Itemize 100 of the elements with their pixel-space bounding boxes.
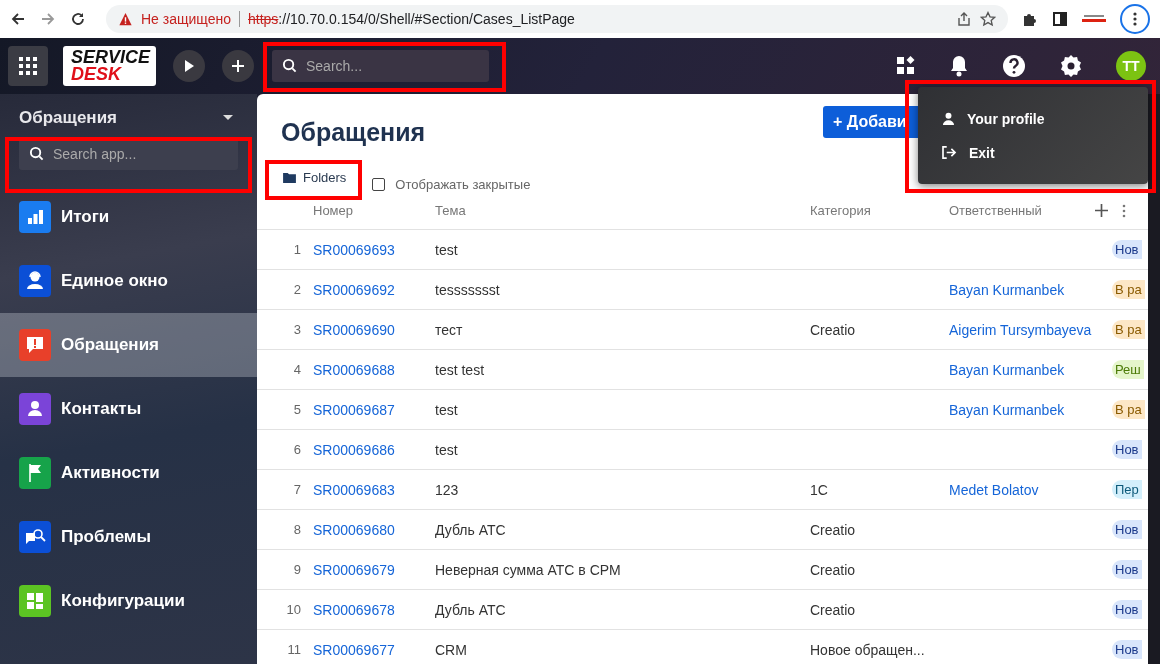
page-title: Обращения xyxy=(281,118,426,147)
case-number-link[interactable]: SR00069690 xyxy=(313,321,395,338)
column-header[interactable]: Тема xyxy=(429,203,804,218)
global-search-field[interactable]: Search... xyxy=(272,50,489,82)
flag-icon xyxy=(19,457,51,489)
case-number-link[interactable]: SR00069680 xyxy=(313,521,395,538)
browser-menu-button[interactable] xyxy=(1120,4,1150,34)
status-tag: Нов xyxy=(1112,600,1142,619)
category-cell: Creatio xyxy=(810,321,856,338)
agent-icon xyxy=(19,265,51,297)
app-launcher-button[interactable] xyxy=(8,46,48,86)
forward-icon[interactable] xyxy=(40,11,56,27)
responsible-link[interactable]: Bayan Kurmanbek xyxy=(949,401,1065,418)
responsible-link[interactable]: Medet Bolatov xyxy=(949,481,1039,498)
row-number: 8 xyxy=(293,522,302,537)
sidebar-item[interactable]: Итоги xyxy=(0,185,257,249)
add-record-button[interactable]: + Добави xyxy=(823,105,919,138)
subject-cell-text: CRM xyxy=(434,641,468,658)
puzzle-icon[interactable] xyxy=(1022,11,1038,27)
back-icon[interactable] xyxy=(10,11,26,27)
status-tag: В ра xyxy=(1112,320,1145,339)
row-number: 6 xyxy=(293,442,302,457)
responsible-link[interactable]: Bayan Kurmanbek xyxy=(949,361,1065,378)
subject-cell-text: test xyxy=(434,441,459,458)
menu-item[interactable]: Exit xyxy=(942,144,1148,161)
status-tag: Нов xyxy=(1112,520,1142,539)
sidebar-item[interactable]: Единое окно xyxy=(0,249,257,313)
subject-cell-text: Дубль АТС xyxy=(434,521,507,538)
play-icon xyxy=(184,60,194,72)
category-cell: 1С xyxy=(810,481,828,498)
run-process-button[interactable] xyxy=(173,50,205,82)
brand-logo-icon[interactable] xyxy=(1082,13,1106,25)
row-number: 9 xyxy=(293,562,302,577)
caret-icon[interactable] xyxy=(223,115,233,121)
status-tag: Нов xyxy=(1112,240,1142,259)
menu-item[interactable]: Your profile xyxy=(942,110,1148,127)
settings-icon[interactable] xyxy=(1059,54,1083,78)
status-tag: Пер xyxy=(1112,480,1142,499)
search-icon xyxy=(282,58,297,73)
row-number: 1 xyxy=(293,242,302,257)
column-header[interactable]: Номер xyxy=(307,203,429,218)
service-desk-logo[interactable]: SERVICE DESK xyxy=(63,46,156,86)
url-text: https://10.70.0.154/0/Shell/#Section/Cases_ListPage xyxy=(248,11,575,27)
status-tag: Нов xyxy=(1112,640,1142,659)
help-icon[interactable] xyxy=(1002,54,1026,78)
status-tag: Реш xyxy=(1112,360,1144,379)
row-number: 5 xyxy=(293,402,302,417)
search-icon xyxy=(19,521,51,553)
bell-icon[interactable] xyxy=(949,55,969,77)
case-number-link[interactable]: SR00069687 xyxy=(313,401,395,418)
status-tag: Нов xyxy=(1112,560,1142,579)
subject-cell-text: тест xyxy=(434,321,464,338)
case-number-link[interactable]: SR00069686 xyxy=(313,441,395,458)
search-icon xyxy=(29,146,44,161)
widgets-icon[interactable] xyxy=(896,56,916,76)
row-number: 3 xyxy=(293,322,302,337)
subject-cell-text: tessssssst xyxy=(434,281,501,298)
category-cell: Creatio xyxy=(810,601,856,618)
reload-icon[interactable] xyxy=(70,11,86,27)
more-icon[interactable] xyxy=(1122,203,1126,218)
sidebar-item[interactable]: Обращения xyxy=(0,313,257,377)
plus-icon xyxy=(231,59,245,73)
case-number-link[interactable]: SR00069683 xyxy=(313,481,395,498)
category-cell: Creatio xyxy=(810,521,856,538)
category-cell: Creatio xyxy=(810,561,856,578)
case-number-link[interactable]: SR00069693 xyxy=(313,241,395,258)
column-header[interactable]: Категория xyxy=(804,203,943,218)
responsible-link[interactable]: Aigerim Tursymbayeva xyxy=(949,321,1092,338)
share-icon[interactable] xyxy=(956,11,972,27)
star-icon[interactable] xyxy=(980,11,996,27)
exit-icon xyxy=(942,146,957,159)
case-number-link[interactable]: SR00069677 xyxy=(313,641,395,658)
add-column-icon[interactable] xyxy=(1095,204,1108,217)
more-icon xyxy=(1133,11,1137,27)
subject-cell-text: Неверная сумма АТС в СРМ xyxy=(434,561,622,578)
alert-icon xyxy=(19,329,51,361)
sidebar-item[interactable]: Конфигурации xyxy=(0,569,257,633)
chart-icon xyxy=(19,201,51,233)
address-bar[interactable]: Не защищено https://10.70.0.154/0/Shell/#Section/Cases_ListPage xyxy=(106,5,1008,33)
side-panel-icon[interactable] xyxy=(1052,11,1068,27)
subject-cell-text: 123 xyxy=(434,481,460,498)
add-button[interactable] xyxy=(222,50,254,82)
sidebar-item[interactable]: Контакты xyxy=(0,377,257,441)
section-title: Обращения xyxy=(19,108,117,128)
show-closed-checkbox[interactable]: Отображать закрытые xyxy=(372,177,531,192)
row-number: 7 xyxy=(293,482,302,497)
case-number-link[interactable]: SR00069678 xyxy=(313,601,395,618)
subject-cell-text: Дубль АТС xyxy=(434,601,507,618)
responsible-link[interactable]: Bayan Kurmanbek xyxy=(949,281,1065,298)
person-icon xyxy=(942,112,955,125)
case-number-link[interactable]: SR00069692 xyxy=(313,281,395,298)
sidebar-item[interactable]: Проблемы xyxy=(0,505,257,569)
case-number-link[interactable]: SR00069688 xyxy=(313,361,395,378)
status-tag: Нов xyxy=(1112,440,1142,459)
subject-cell-text: test xyxy=(434,401,459,418)
column-header[interactable]: Ответственный xyxy=(943,203,1090,218)
status-tag: В ра xyxy=(1112,280,1145,299)
case-number-link[interactable]: SR00069679 xyxy=(313,561,395,578)
category-cell: Новое обращен... xyxy=(810,641,925,658)
sidebar-item[interactable]: Активности xyxy=(0,441,257,505)
